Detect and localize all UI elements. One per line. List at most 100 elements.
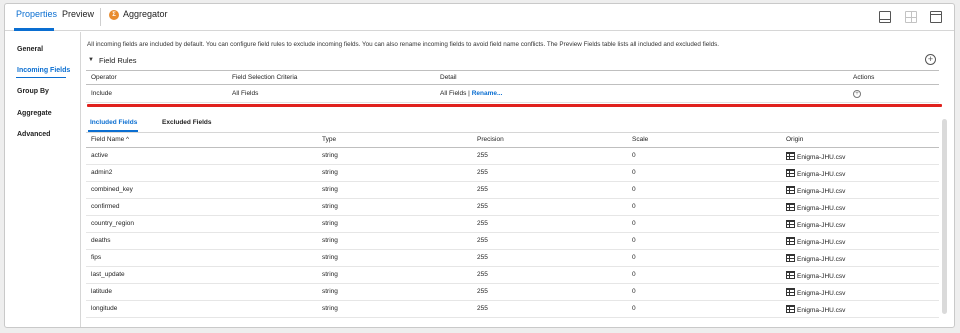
header-field-name[interactable]: Field Name ^ bbox=[91, 136, 129, 143]
app-window: Properties Preview Σ Aggregator General … bbox=[4, 3, 955, 328]
tab-excluded-fields[interactable]: Excluded Fields bbox=[162, 119, 212, 126]
scale-cell: 0 bbox=[632, 169, 636, 176]
table-row[interactable]: country_region string 255 0 Enigma-JHU.csv bbox=[86, 216, 939, 233]
table-row[interactable]: active string 255 0 Enigma-JHU.csv bbox=[86, 148, 939, 165]
rule-operator: Include bbox=[91, 90, 112, 97]
header-precision[interactable]: Precision bbox=[477, 136, 504, 143]
origin-text: Enigma-JHU.csv bbox=[797, 239, 846, 246]
origin-text: Enigma-JHU.csv bbox=[797, 307, 846, 314]
table-icon bbox=[786, 203, 795, 211]
table-row[interactable]: latitude string 255 0 Enigma-JHU.csv bbox=[86, 284, 939, 301]
table-row[interactable]: combined_key string 255 0 Enigma-JHU.csv bbox=[86, 182, 939, 199]
grid-header-row: Field Name ^ Type Precision Scale Origin bbox=[86, 133, 939, 148]
table-icon bbox=[786, 237, 795, 245]
vertical-scrollbar[interactable] bbox=[942, 119, 947, 314]
tab-preview[interactable]: Preview bbox=[62, 9, 94, 19]
precision-cell: 255 bbox=[477, 203, 488, 210]
table-row[interactable]: admin2 string 255 0 Enigma-JHU.csv bbox=[86, 165, 939, 182]
rename-link[interactable]: Rename... bbox=[472, 90, 503, 97]
table-row[interactable]: confirmed string 255 0 Enigma-JHU.csv bbox=[86, 199, 939, 216]
sidebar: General Incoming Fields Group By Aggrega… bbox=[5, 32, 81, 327]
add-circle-icon[interactable]: + bbox=[925, 54, 936, 65]
scale-cell: 0 bbox=[632, 220, 636, 227]
sidebar-item-incoming-fields[interactable]: Incoming Fields bbox=[17, 67, 70, 74]
type-cell: string bbox=[322, 152, 338, 159]
fields-grid: Field Name ^ Type Precision Scale Origin… bbox=[86, 133, 939, 327]
collapse-caret-icon[interactable]: ▼ bbox=[88, 57, 94, 63]
grid-body: active string 255 0 Enigma-JHU.csv admin2 stri… bbox=[86, 148, 939, 318]
type-cell: string bbox=[322, 203, 338, 210]
tab-included-fields[interactable]: Included Fields bbox=[90, 119, 137, 126]
main-panel: All incoming fields are included by defa… bbox=[82, 32, 954, 327]
scale-cell: 0 bbox=[632, 271, 636, 278]
table-row[interactable]: last_update string 255 0 Enigma-JHU.csv bbox=[86, 267, 939, 284]
origin-cell: Enigma-JHU.csv bbox=[786, 169, 845, 178]
precision-cell: 255 bbox=[477, 220, 488, 227]
rule-detail-text: All Fields bbox=[440, 90, 467, 97]
origin-text: Enigma-JHU.csv bbox=[797, 171, 846, 178]
tab-aggregator[interactable]: Aggregator bbox=[123, 9, 168, 19]
rule-row[interactable]: Include All Fields All Fields | Rename..… bbox=[86, 85, 939, 103]
origin-cell: Enigma-JHU.csv bbox=[786, 186, 845, 195]
table-row[interactable]: fips string 255 0 Enigma-JHU.csv bbox=[86, 250, 939, 267]
origin-cell: Enigma-JHU.csv bbox=[786, 152, 845, 161]
origin-cell: Enigma-JHU.csv bbox=[786, 237, 845, 246]
type-cell: string bbox=[322, 237, 338, 244]
origin-cell: Enigma-JHU.csv bbox=[786, 271, 845, 280]
table-icon bbox=[786, 305, 795, 313]
sidebar-item-advanced[interactable]: Advanced bbox=[17, 131, 50, 138]
panel-maximize-icon[interactable] bbox=[930, 11, 942, 23]
origin-cell: Enigma-JHU.csv bbox=[786, 220, 845, 229]
rule-detail: All Fields | Rename... bbox=[440, 90, 502, 97]
panel-bottom-icon[interactable] bbox=[879, 11, 891, 23]
rule-criteria: All Fields bbox=[232, 90, 259, 97]
precision-cell: 255 bbox=[477, 254, 488, 261]
field-name-cell: active bbox=[91, 152, 108, 159]
aggregator-icon: Σ bbox=[109, 10, 119, 20]
field-rules-table: Operator Field Selection Criteria Detail… bbox=[86, 70, 939, 103]
type-cell: string bbox=[322, 271, 338, 278]
type-cell: string bbox=[322, 305, 338, 312]
table-icon bbox=[786, 220, 795, 228]
sidebar-item-group-by[interactable]: Group By bbox=[17, 88, 49, 95]
sidebar-item-aggregate[interactable]: Aggregate bbox=[17, 110, 52, 117]
header-criteria: Field Selection Criteria bbox=[232, 74, 298, 81]
table-icon bbox=[786, 254, 795, 262]
header-scale[interactable]: Scale bbox=[632, 136, 648, 143]
tab-properties[interactable]: Properties bbox=[16, 9, 57, 19]
field-name-cell: fips bbox=[91, 254, 102, 261]
precision-cell: 255 bbox=[477, 237, 488, 244]
origin-text: Enigma-JHU.csv bbox=[797, 290, 846, 297]
precision-cell: 255 bbox=[477, 186, 488, 193]
origin-text: Enigma-JHU.csv bbox=[797, 273, 846, 280]
table-icon bbox=[786, 152, 795, 160]
precision-cell: 255 bbox=[477, 169, 488, 176]
origin-text: Enigma-JHU.csv bbox=[797, 256, 846, 263]
field-name-cell: admin2 bbox=[91, 169, 113, 176]
precision-cell: 255 bbox=[477, 288, 488, 295]
origin-cell: Enigma-JHU.csv bbox=[786, 305, 845, 314]
precision-cell: 255 bbox=[477, 152, 488, 159]
origin-cell: Enigma-JHU.csv bbox=[786, 288, 845, 297]
field-name-cell: deaths bbox=[91, 237, 111, 244]
table-row[interactable]: deaths string 255 0 Enigma-JHU.csv bbox=[86, 233, 939, 250]
field-name-cell: country_region bbox=[91, 220, 134, 227]
field-name-cell: last_update bbox=[91, 271, 125, 278]
tab-bar: Properties Preview Σ Aggregator bbox=[5, 4, 954, 31]
header-type[interactable]: Type bbox=[322, 136, 336, 143]
field-name-cell: confirmed bbox=[91, 203, 120, 210]
field-rules-title: Field Rules bbox=[99, 56, 137, 65]
description-text: All incoming fields are included by defa… bbox=[87, 41, 720, 48]
header-origin[interactable]: Origin bbox=[786, 136, 803, 143]
sidebar-item-general[interactable]: General bbox=[17, 46, 43, 53]
header-operator: Operator bbox=[91, 74, 117, 81]
table-row[interactable]: longitude string 255 0 Enigma-JHU.csv bbox=[86, 301, 939, 318]
field-name-cell: latitude bbox=[91, 288, 112, 295]
action-circle-icon[interactable]: + bbox=[853, 90, 861, 98]
panel-split-icon[interactable] bbox=[905, 11, 917, 23]
field-name-cell: longitude bbox=[91, 305, 118, 312]
header-detail: Detail bbox=[440, 74, 457, 81]
table-icon bbox=[786, 271, 795, 279]
type-cell: string bbox=[322, 288, 338, 295]
scale-cell: 0 bbox=[632, 305, 636, 312]
